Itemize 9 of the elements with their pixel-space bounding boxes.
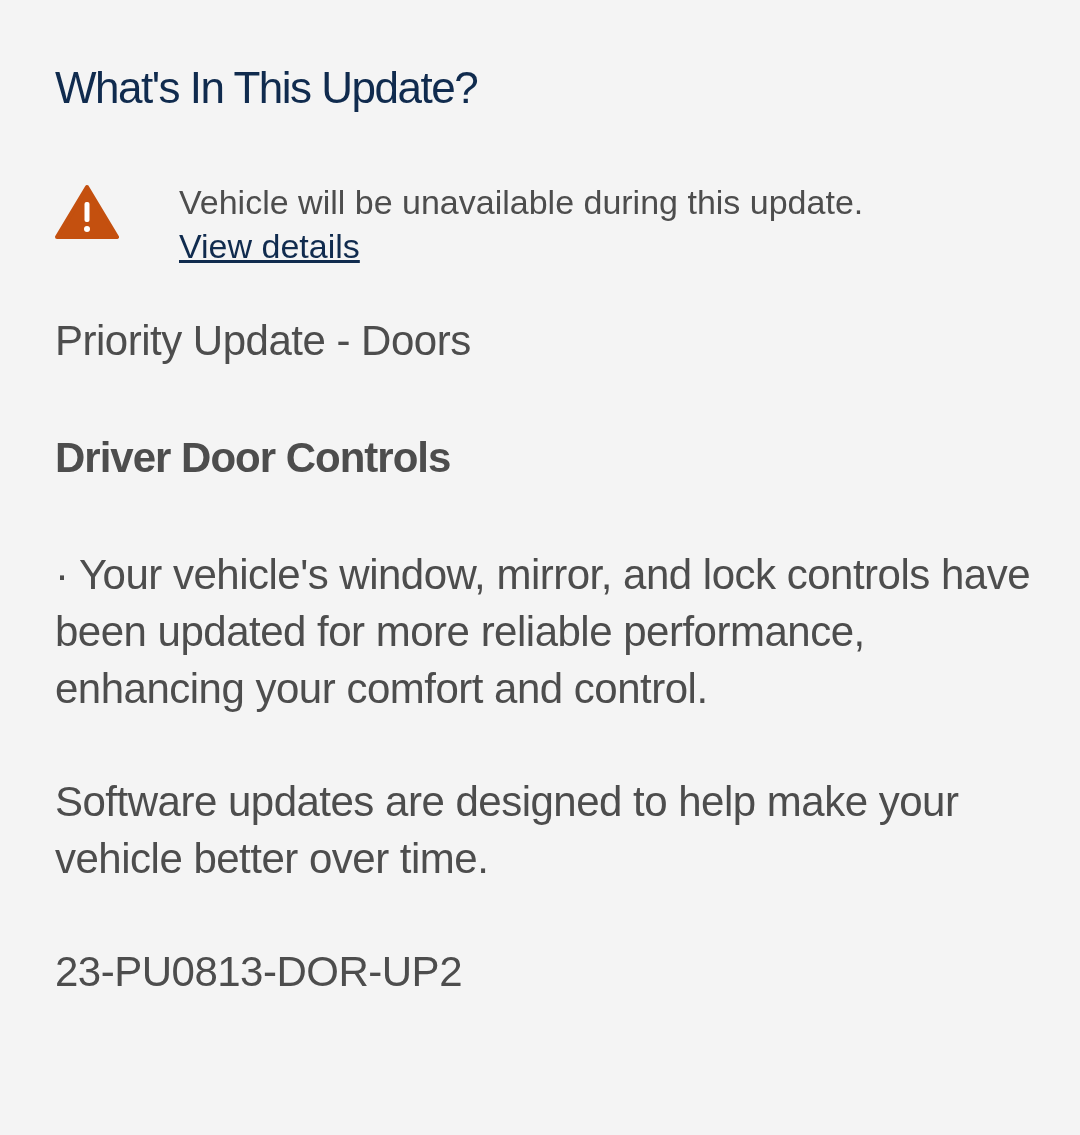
warning-message: Vehicle will be unavailable during this update. xyxy=(179,182,864,223)
update-name: Priority Update - Doors xyxy=(55,316,472,366)
warning-icon xyxy=(55,184,119,240)
section-heading: Driver Door Controls xyxy=(55,433,452,483)
page-title: What's In This Update? xyxy=(55,62,479,114)
update-code: 23-PU0813-DOR-UP2 xyxy=(55,947,463,997)
bullet-text: · Your vehicle's window, mirror, and lock controls have been updated for more reliable performance, enhancing your comfort and control. xyxy=(55,550,1031,714)
note-text: Software updates are designed to help make your vehicle better over time. xyxy=(55,777,960,884)
view-details-link[interactable]: View details xyxy=(179,227,360,265)
